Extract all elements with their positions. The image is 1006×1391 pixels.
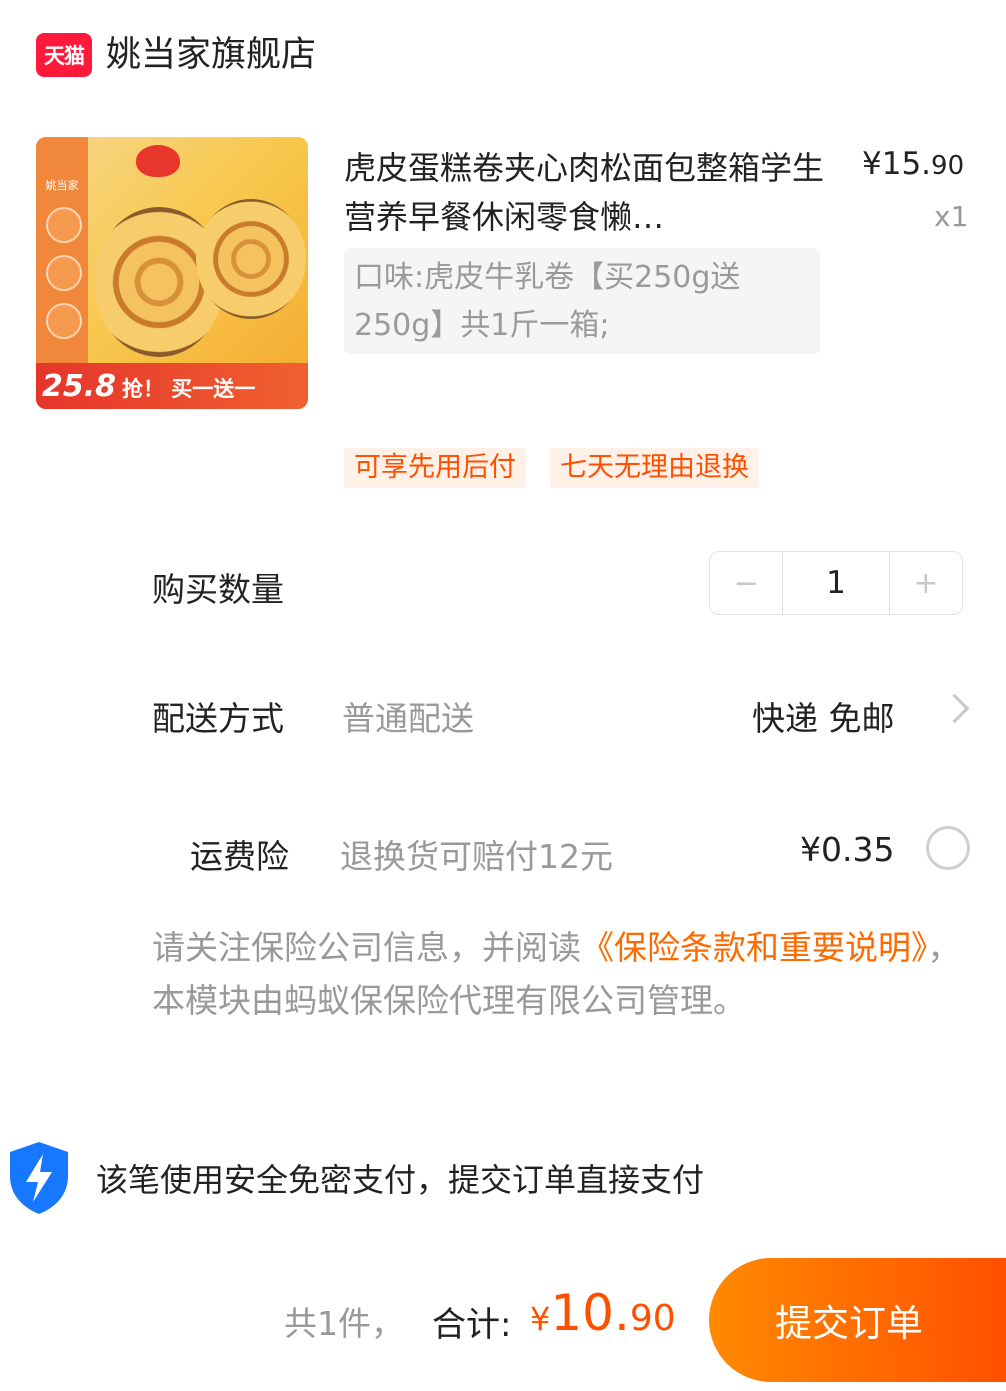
cake-roll-graphic bbox=[196, 199, 306, 319]
promo-price: 25.8 bbox=[42, 369, 117, 404]
image-badge-icon bbox=[46, 207, 82, 243]
total-label: 合计: bbox=[432, 1305, 512, 1345]
insurance-radio[interactable] bbox=[926, 826, 970, 870]
strawberry-graphic bbox=[136, 145, 180, 177]
shield-lightning-icon bbox=[10, 1142, 68, 1214]
tmall-logo: 天猫 bbox=[36, 33, 92, 77]
insurance-notice: 请关注保险公司信息，并阅读《保险条款和重要说明》，本模块由蚂蚁保保险代理有限公司… bbox=[152, 921, 982, 1027]
product-price: ¥15.90 bbox=[862, 146, 964, 182]
decrease-button[interactable]: − bbox=[710, 552, 782, 614]
price-decimal: 90 bbox=[931, 151, 965, 181]
delivery-value[interactable]: 快递 免邮 bbox=[752, 692, 895, 740]
submit-order-button[interactable]: 提交订单 bbox=[709, 1258, 1006, 1382]
image-badge-icon bbox=[46, 303, 82, 339]
image-brand-text: 姚当家 bbox=[45, 179, 79, 192]
product-quantity: x1 bbox=[934, 200, 969, 233]
insurance-terms-link[interactable]: 《保险条款和重要说明》 bbox=[581, 928, 928, 967]
total-price: ¥10.90 bbox=[530, 1284, 676, 1342]
image-badge-icon bbox=[46, 255, 82, 291]
product-image[interactable]: 姚当家 25.8 抢！ 买一送一 bbox=[36, 137, 308, 409]
insurance-price: ¥0.35 bbox=[800, 830, 895, 869]
secure-payment-text: 该笔使用安全免密支付，提交订单直接支付 bbox=[96, 1161, 705, 1199]
increase-button[interactable]: + bbox=[890, 552, 962, 614]
item-count: 共1件， bbox=[284, 1304, 404, 1343]
quantity-input[interactable]: 1 bbox=[782, 552, 890, 614]
quantity-stepper[interactable]: − 1 + bbox=[709, 551, 963, 615]
total-integer: 10. bbox=[550, 1284, 630, 1342]
store-name[interactable]: 姚当家旗舰店 bbox=[106, 30, 316, 80]
chevron-right-icon[interactable] bbox=[939, 693, 970, 724]
price-integer: 15. bbox=[881, 146, 932, 182]
total-symbol: ¥ bbox=[530, 1300, 551, 1338]
total-decimal: 90 bbox=[629, 1298, 676, 1339]
store-header[interactable]: 天猫 姚当家旗舰店 bbox=[0, 0, 1006, 112]
price-symbol: ¥ bbox=[862, 146, 882, 182]
tag-pay-later: 可享先用后付 bbox=[344, 448, 526, 488]
notice-prefix: 请关注保险公司信息，并阅读 bbox=[152, 928, 581, 967]
sku-text[interactable]: 口味:虎皮牛乳卷【买250g送250g】共1斤一箱; bbox=[354, 254, 814, 350]
tag-seven-day-return: 七天无理由退换 bbox=[550, 448, 759, 488]
delivery-type: 普通配送 bbox=[342, 699, 474, 738]
delivery-label: 配送方式 bbox=[152, 699, 284, 738]
quantity-label: 购买数量 bbox=[152, 570, 284, 609]
product-title[interactable]: 虎皮蛋糕卷夹心肉松面包整箱学生营养早餐休闲零食懒… bbox=[344, 144, 824, 242]
insurance-description: 退换货可赔付12元 bbox=[340, 837, 613, 876]
promo-text: 抢！ 买一送一 bbox=[122, 377, 256, 401]
insurance-label: 运费险 bbox=[190, 837, 289, 876]
